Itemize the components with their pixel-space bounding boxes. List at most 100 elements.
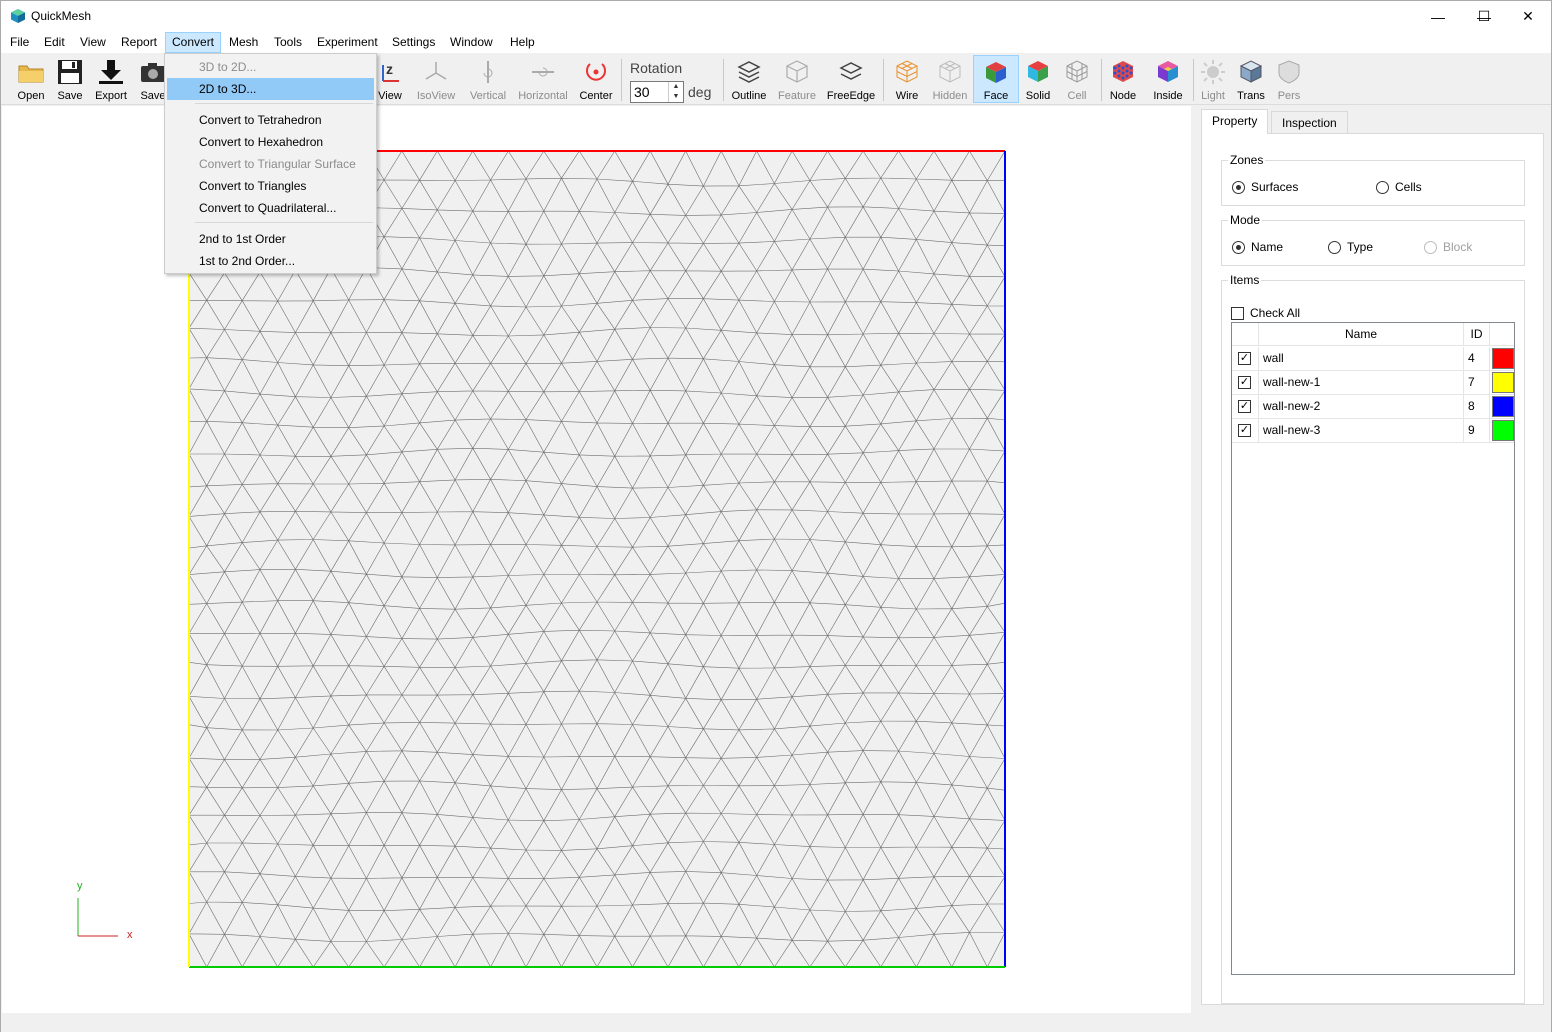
- iso-view-button[interactable]: IsoView: [413, 55, 459, 103]
- row-name: wall-new-1: [1259, 371, 1464, 394]
- table-row[interactable]: ✓ wall-new-3 9: [1232, 419, 1514, 443]
- row-check-cell[interactable]: ✓: [1232, 347, 1259, 370]
- convert-menu-dropdown: 3D to 2D... 2D to 3D... Convert to Tetra…: [164, 53, 377, 274]
- free-edge-icon: [837, 58, 865, 86]
- export-button[interactable]: Export: [91, 55, 131, 103]
- axis-x-label: x: [127, 929, 133, 941]
- light-button[interactable]: Light: [1197, 55, 1229, 103]
- menu-item-1st-to-2nd-order[interactable]: 1st to 2nd Order...: [167, 250, 374, 272]
- menu-view[interactable]: View: [74, 32, 112, 53]
- toolbar-separator: [621, 59, 622, 101]
- checkbox-checked-icon[interactable]: ✓: [1238, 352, 1251, 365]
- center-button[interactable]: Center: [577, 55, 615, 103]
- table-row[interactable]: ✓ wall-new-1 7: [1232, 371, 1514, 395]
- menu-report[interactable]: Report: [115, 32, 163, 53]
- pers-icon: [1275, 58, 1303, 86]
- hidden-button[interactable]: Hidden: [929, 55, 971, 103]
- menu-item-convert-to-quadrilateral[interactable]: Convert to Quadrilateral...: [167, 197, 374, 219]
- menu-settings[interactable]: Settings: [386, 32, 441, 53]
- svg-text:z: z: [386, 61, 393, 77]
- menu-item-2nd-to-1st-order[interactable]: 2nd to 1st Order: [167, 228, 374, 250]
- spin-down-icon[interactable]: ▼: [669, 92, 683, 102]
- face-label: Face: [983, 90, 1009, 102]
- table-row[interactable]: ✓ wall-new-2 8: [1232, 395, 1514, 419]
- feature-button[interactable]: Feature: [775, 55, 819, 103]
- header-name[interactable]: Name: [1259, 323, 1464, 346]
- minimize-button-2[interactable]: —: [1415, 1, 1461, 32]
- spin-up-icon[interactable]: ▲: [669, 82, 683, 92]
- menu-tools[interactable]: Tools: [268, 32, 308, 53]
- mode-title: Mode: [1228, 213, 1263, 227]
- checkbox-checked-icon[interactable]: ✓: [1238, 376, 1251, 389]
- face-button[interactable]: Face: [973, 55, 1019, 103]
- property-panel: Property Inspection Zones Surfaces Cells…: [1193, 106, 1551, 1013]
- row-color-swatch[interactable]: [1492, 372, 1514, 393]
- save-button[interactable]: Save: [51, 55, 89, 103]
- iso-view-label: IsoView: [416, 90, 456, 102]
- camera-icon: [139, 58, 167, 86]
- row-color-swatch[interactable]: [1492, 420, 1514, 441]
- node-button[interactable]: Node: [1105, 55, 1141, 103]
- face-icon: [982, 59, 1010, 86]
- radio-type-label: Type: [1347, 240, 1374, 254]
- tab-property[interactable]: Property: [1201, 109, 1269, 134]
- outline-icon: [735, 58, 763, 86]
- window-title: QuickMesh: [31, 9, 92, 23]
- pers-button[interactable]: Pers: [1273, 55, 1305, 103]
- mode-group: Mode Name Type Block: [1221, 213, 1525, 266]
- menu-convert[interactable]: Convert: [165, 32, 222, 53]
- radio-name[interactable]: Name: [1232, 240, 1283, 254]
- outline-button[interactable]: Outline: [729, 55, 769, 103]
- close-button[interactable]: ✕: [1505, 1, 1551, 32]
- menu-mesh[interactable]: Mesh: [223, 32, 264, 53]
- menu-edit[interactable]: Edit: [38, 32, 71, 53]
- zones-group: Zones Surfaces Cells: [1221, 153, 1525, 206]
- vertical-button[interactable]: Vertical: [465, 55, 511, 103]
- check-all-checkbox[interactable]: Check All: [1231, 306, 1300, 320]
- menu-file[interactable]: File: [4, 32, 35, 53]
- tab-inspection[interactable]: Inspection: [1271, 111, 1348, 134]
- maximize-glyph: ☐: [1477, 8, 1491, 24]
- table-row[interactable]: ✓ wall 4: [1232, 347, 1514, 371]
- menu-item-convert-to-tetrahedron[interactable]: Convert to Tetrahedron: [167, 109, 374, 131]
- menu-item-2d-to-3d[interactable]: 2D to 3D...: [167, 78, 374, 100]
- feature-label: Feature: [778, 90, 816, 102]
- toolbar-separator: [1193, 59, 1194, 101]
- light-icon: [1199, 58, 1227, 86]
- open-button[interactable]: Open: [11, 55, 51, 103]
- rotation-spinner[interactable]: ▲ ▼: [668, 82, 683, 102]
- inside-button[interactable]: Inside: [1147, 55, 1189, 103]
- menu-item-convert-to-hexahedron[interactable]: Convert to Hexahedron: [167, 131, 374, 153]
- menu-item-convert-to-triangles[interactable]: Convert to Triangles: [167, 175, 374, 197]
- trans-button[interactable]: Trans: [1233, 55, 1269, 103]
- row-check-cell[interactable]: ✓: [1232, 371, 1259, 394]
- open-label: Open: [17, 90, 45, 102]
- checkbox-checked-icon[interactable]: ✓: [1238, 400, 1251, 413]
- menu-experiment[interactable]: Experiment: [311, 32, 384, 53]
- cell-button[interactable]: Cell: [1059, 55, 1095, 103]
- header-id[interactable]: ID: [1464, 323, 1490, 346]
- menu-help[interactable]: Help: [504, 32, 541, 53]
- radio-surfaces[interactable]: Surfaces: [1232, 180, 1298, 194]
- checkbox-checked-icon[interactable]: ✓: [1238, 424, 1251, 437]
- pers-label: Pers: [1277, 90, 1301, 102]
- row-color-swatch[interactable]: [1492, 396, 1514, 417]
- toolbar-separator: [723, 59, 724, 101]
- wire-button[interactable]: Wire: [889, 55, 925, 103]
- row-color-swatch[interactable]: [1492, 348, 1514, 369]
- menu-item-3d-to-2d: 3D to 2D...: [199, 60, 257, 74]
- radio-type[interactable]: Type: [1328, 240, 1373, 254]
- solid-button[interactable]: Solid: [1021, 55, 1055, 103]
- free-edge-button[interactable]: FreeEdge: [825, 55, 877, 103]
- row-check-cell[interactable]: ✓: [1232, 419, 1259, 442]
- menu-window[interactable]: Window: [444, 32, 499, 53]
- row-check-cell[interactable]: ✓: [1232, 395, 1259, 418]
- maximize-button[interactable]: ☐: [1461, 1, 1507, 32]
- folder-icon: [17, 58, 45, 86]
- radio-name-label: Name: [1251, 240, 1284, 254]
- inside-label: Inside: [1153, 90, 1183, 102]
- property-tab-body: Zones Surfaces Cells Mode Name Type Bloc…: [1201, 133, 1544, 1005]
- horizontal-button[interactable]: Horizontal: [515, 55, 571, 103]
- radio-cells[interactable]: Cells: [1376, 180, 1422, 194]
- cell-label: Cell: [1067, 90, 1087, 102]
